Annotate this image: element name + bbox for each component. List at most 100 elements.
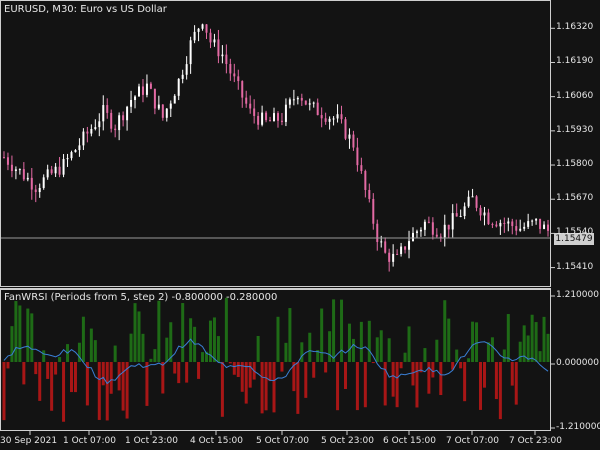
indicator-bar (18, 305, 22, 362)
indicator-bar (10, 326, 14, 362)
symbol-header: EURUSD, M30: Euro vs US Dollar (4, 4, 167, 15)
candle-body (507, 221, 510, 224)
candle-body (415, 231, 418, 233)
candle-body (70, 152, 73, 159)
time-tick-label: 30 Sep 2021 (0, 436, 58, 446)
indicator-bar (268, 362, 272, 382)
candle-body (14, 169, 17, 172)
candle-body (320, 115, 323, 119)
candle-body (316, 102, 319, 116)
indicator-bar (105, 362, 109, 421)
candle-body (110, 112, 113, 129)
indicator-bar (296, 362, 300, 414)
indicator-bar (42, 350, 46, 362)
candle-body (423, 221, 426, 230)
indicator-bar (459, 362, 463, 369)
indicator-bar (260, 362, 264, 414)
indicator-bar (85, 362, 89, 406)
chart-canvas[interactable] (0, 0, 600, 450)
indicator-bar (58, 357, 62, 362)
candle-body (38, 187, 41, 193)
candle-body (372, 198, 375, 224)
candle-body (336, 114, 339, 119)
candle-body (408, 241, 411, 250)
candle-body (475, 196, 478, 208)
candle-body (46, 169, 49, 178)
indicator-bar (359, 321, 363, 362)
candle-body (193, 31, 196, 41)
candle-body (86, 131, 89, 134)
candle-body (181, 74, 184, 79)
indicator-bar (248, 362, 252, 388)
candle-body (483, 212, 486, 216)
candle-body (26, 177, 29, 180)
indicator-bar (121, 362, 125, 411)
indicator-bar (502, 349, 506, 362)
candle-body (419, 229, 422, 232)
indicator-bar (490, 337, 494, 362)
indicator-bar (161, 362, 165, 394)
indicator-bar (304, 362, 308, 398)
candle-body (145, 83, 148, 95)
candle-body (523, 226, 526, 229)
indicator-bar (125, 362, 129, 419)
indicator-bar (367, 320, 371, 362)
candle-body (249, 103, 252, 109)
indicator-header: FanWRSI (Periods from 5, step 2) -0.8000… (4, 292, 278, 303)
candle-body (213, 39, 216, 43)
candle-body (376, 223, 379, 242)
candle-body (479, 207, 482, 216)
indicator-bar (113, 345, 117, 362)
indicator-bar (38, 362, 42, 401)
candle-body (189, 40, 192, 65)
candle-body (126, 106, 129, 121)
candle-body (6, 157, 9, 165)
candle-body (404, 246, 407, 250)
candle-body (10, 164, 13, 172)
indicator-bar (534, 322, 538, 362)
indicator-bar (530, 314, 534, 362)
indicator-bar (212, 317, 216, 362)
candle-body (30, 177, 33, 190)
candle-body (364, 170, 367, 190)
indicator-bar (141, 333, 145, 362)
indicator-bar (177, 362, 181, 384)
indicator-bar (220, 362, 224, 417)
indicator-bar (145, 362, 149, 406)
indicator-bar (153, 349, 157, 362)
candle-body (388, 252, 391, 262)
time-tick-label: 7 Oct 07:00 (446, 436, 499, 446)
indicator-bar (415, 362, 419, 408)
indicator-bar (482, 362, 486, 388)
candle-body (245, 97, 248, 104)
candle-body (459, 216, 462, 218)
indicator-bar (439, 362, 443, 396)
candle-body (221, 54, 224, 57)
candle-body (527, 221, 530, 227)
candle-body (443, 224, 446, 238)
indicator-bar (443, 300, 447, 362)
candle-body (304, 100, 307, 105)
indicator-bar (14, 301, 18, 362)
indicator-bar (542, 316, 546, 362)
indicator-bar (407, 326, 411, 362)
indicator-bar (101, 362, 105, 386)
candle-body (535, 218, 538, 221)
candle-body (499, 222, 502, 227)
price-tick-label: 1.16320 (556, 22, 594, 33)
candle-body (118, 115, 121, 131)
candle-body (288, 99, 291, 105)
indicator-bar (157, 300, 161, 362)
candle-body (149, 83, 152, 89)
candle-body (447, 224, 450, 230)
indicator-bar (375, 337, 379, 362)
candle-body (519, 228, 522, 231)
candle-body (177, 78, 180, 96)
candle-body (495, 224, 498, 227)
indicator-bar (514, 362, 518, 405)
candle-body (451, 213, 454, 230)
indicator-bar (129, 333, 133, 362)
candle-body (360, 165, 363, 171)
indicator-bar (324, 362, 328, 373)
indicator-bar (494, 362, 498, 400)
